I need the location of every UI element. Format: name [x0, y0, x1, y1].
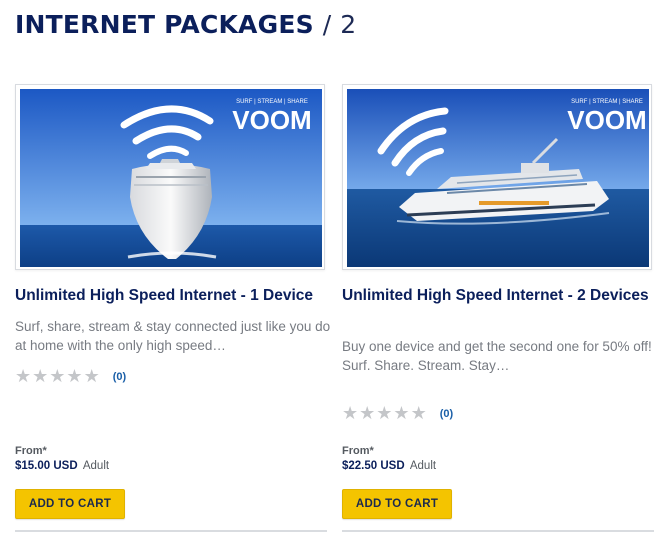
- star-icon: ★: [342, 403, 359, 424]
- price-from-label: From*: [342, 445, 374, 457]
- description-line-2: Surf. Share. Stream. Stay…: [342, 358, 510, 373]
- product-rating: ★ ★ ★ ★ ★ (0): [342, 405, 453, 423]
- product-title[interactable]: Unlimited High Speed Internet - 1 Device: [15, 286, 331, 306]
- voom-logo: SURF | STREAM | SHARE VOOM: [567, 99, 646, 135]
- product-card: SURF | STREAM | SHARE VOOM Unlimited Hig…: [15, 84, 331, 534]
- add-to-cart-button[interactable]: ADD TO CART: [15, 489, 125, 519]
- price-unit: Adult: [409, 460, 437, 472]
- star-icon: ★: [32, 366, 49, 387]
- svg-text:VOOM: VOOM: [232, 105, 311, 135]
- ship-bow-image: SURF | STREAM | SHARE VOOM: [20, 89, 322, 267]
- product-description: Surf, share, stream & stay connected jus…: [15, 319, 331, 353]
- svg-text:VOOM: VOOM: [567, 105, 646, 135]
- product-rating: ★ ★ ★ ★ ★ (0): [15, 368, 126, 386]
- product-image[interactable]: SURF | STREAM | SHARE VOOM: [15, 84, 325, 270]
- star-icon: ★: [393, 403, 410, 424]
- review-count-link[interactable]: (0): [113, 371, 126, 383]
- page-heading: INTERNET PACKAGES / 2: [15, 9, 356, 41]
- price-unit: Adult: [82, 460, 110, 472]
- star-icon: ★: [410, 403, 427, 424]
- heading-separator: /: [322, 10, 332, 39]
- card-divider: [342, 530, 654, 532]
- price-line: $15.00 USD Adult: [15, 460, 109, 472]
- product-image[interactable]: SURF | STREAM | SHARE VOOM: [342, 84, 652, 270]
- voom-logo: SURF | STREAM | SHARE VOOM: [232, 99, 311, 135]
- price-amount: $15.00 USD: [15, 460, 78, 472]
- review-count-link[interactable]: (0): [440, 408, 453, 420]
- star-icon: ★: [376, 403, 393, 424]
- star-icon: ★: [83, 366, 100, 387]
- price-from-label: From*: [15, 445, 47, 457]
- card-divider: [15, 530, 327, 532]
- description-line-1: Buy one device and get the second one fo…: [342, 339, 652, 354]
- product-count: 2: [340, 10, 357, 39]
- price-amount: $22.50 USD: [342, 460, 405, 472]
- price-line: $22.50 USD Adult: [342, 460, 436, 472]
- ship-side-image: SURF | STREAM | SHARE VOOM: [347, 89, 649, 267]
- product-title[interactable]: Unlimited High Speed Internet - 2 Device…: [342, 286, 658, 306]
- star-icon: ★: [359, 403, 376, 424]
- star-icon: ★: [66, 366, 83, 387]
- product-card: SURF | STREAM | SHARE VOOM Unlimited Hig…: [342, 84, 658, 534]
- star-icon: ★: [49, 366, 66, 387]
- star-icon: ★: [15, 366, 32, 387]
- add-to-cart-button[interactable]: ADD TO CART: [342, 489, 452, 519]
- product-description: Buy one device and get the second one fo…: [342, 337, 658, 375]
- heading-text: INTERNET PACKAGES: [15, 10, 314, 39]
